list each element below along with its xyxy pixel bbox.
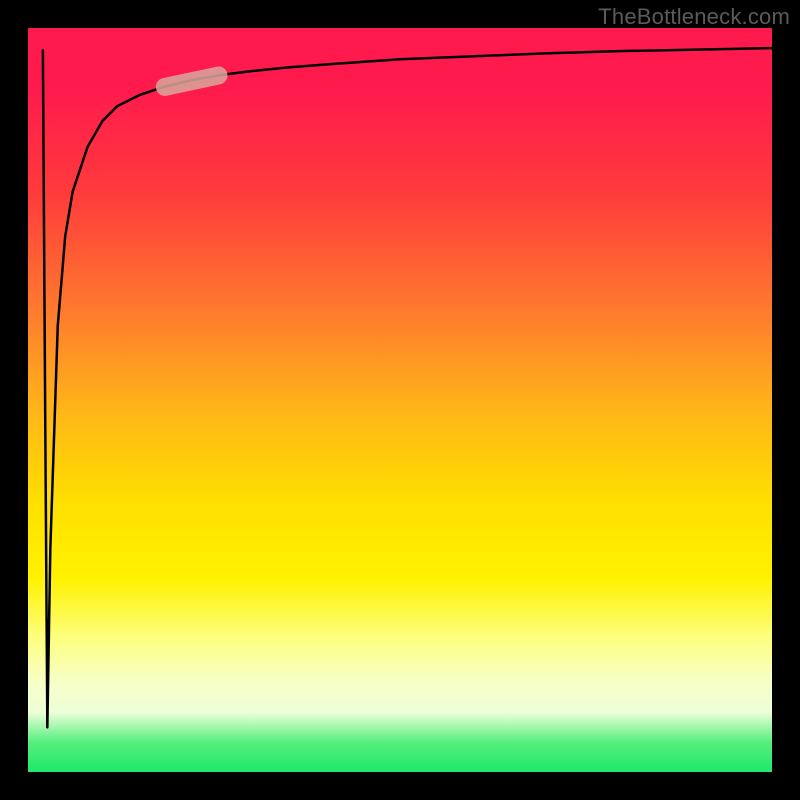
chart-frame: TheBottleneck.com (0, 0, 800, 800)
chart-svg (28, 28, 772, 772)
watermark-text: TheBottleneck.com (598, 4, 790, 30)
highlight-segment (154, 65, 229, 98)
curve-path (43, 48, 772, 727)
